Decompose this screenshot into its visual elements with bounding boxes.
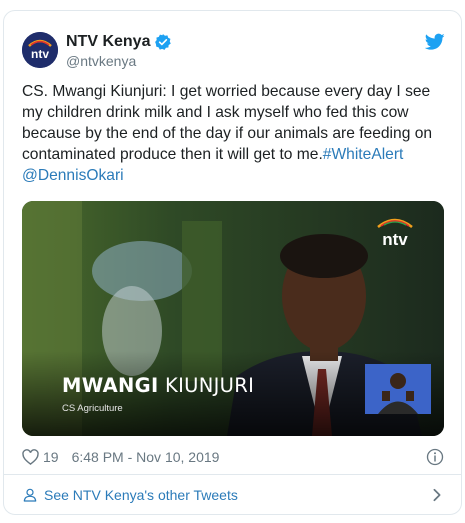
more-tweets-label[interactable]: See NTV Kenya's other Tweets [44, 487, 238, 503]
avatar-logo-text: ntv [31, 47, 49, 61]
avatar[interactable]: ntv [22, 32, 58, 68]
lower-third-name: MWANGI KIUNJURI [62, 375, 254, 397]
tweet-text: CS. Mwangi Kiunjuri: I get worried becau… [22, 81, 444, 186]
author-handle[interactable]: @ntvkenya [66, 52, 136, 70]
info-icon[interactable] [426, 448, 444, 466]
twitter-bird-icon[interactable] [425, 33, 445, 51]
lower-third-name-regular: KIUNJURI [158, 374, 255, 397]
ntv-logo-icon: ntv [22, 32, 58, 68]
author-name-row[interactable]: NTV Kenya [66, 32, 172, 52]
lower-third-name-bold: MWANGI [62, 374, 159, 397]
tweet-media-image[interactable]: ntv MWANGI KIUNJURI CS Agriculture [22, 201, 444, 436]
ntv-watermark: ntv [370, 213, 420, 249]
display-name[interactable]: NTV Kenya [66, 32, 150, 52]
heart-icon[interactable] [22, 449, 39, 465]
tweet-meta: 19 6:48 PM - Nov 10, 2019 [22, 447, 444, 467]
more-tweets-link[interactable]: See NTV Kenya's other Tweets [22, 484, 444, 506]
verified-badge-icon [155, 34, 172, 50]
tweet-card: ntv NTV Kenya @ntvkenya CS. Mwangi Kiunj… [3, 10, 462, 515]
mention-link[interactable]: @DennisOkari [22, 167, 124, 184]
person-icon [23, 488, 37, 502]
timestamp[interactable]: 6:48 PM - Nov 10, 2019 [72, 449, 220, 465]
ntv-watermark-icon: ntv [377, 218, 413, 249]
like-count[interactable]: 19 [43, 449, 59, 465]
lower-third-title: CS Agriculture [62, 403, 123, 414]
hashtag-link[interactable]: #WhiteAlert [323, 146, 404, 163]
chevron-right-icon[interactable] [432, 488, 442, 502]
divider [4, 474, 461, 475]
watermark-text: ntv [382, 230, 408, 249]
